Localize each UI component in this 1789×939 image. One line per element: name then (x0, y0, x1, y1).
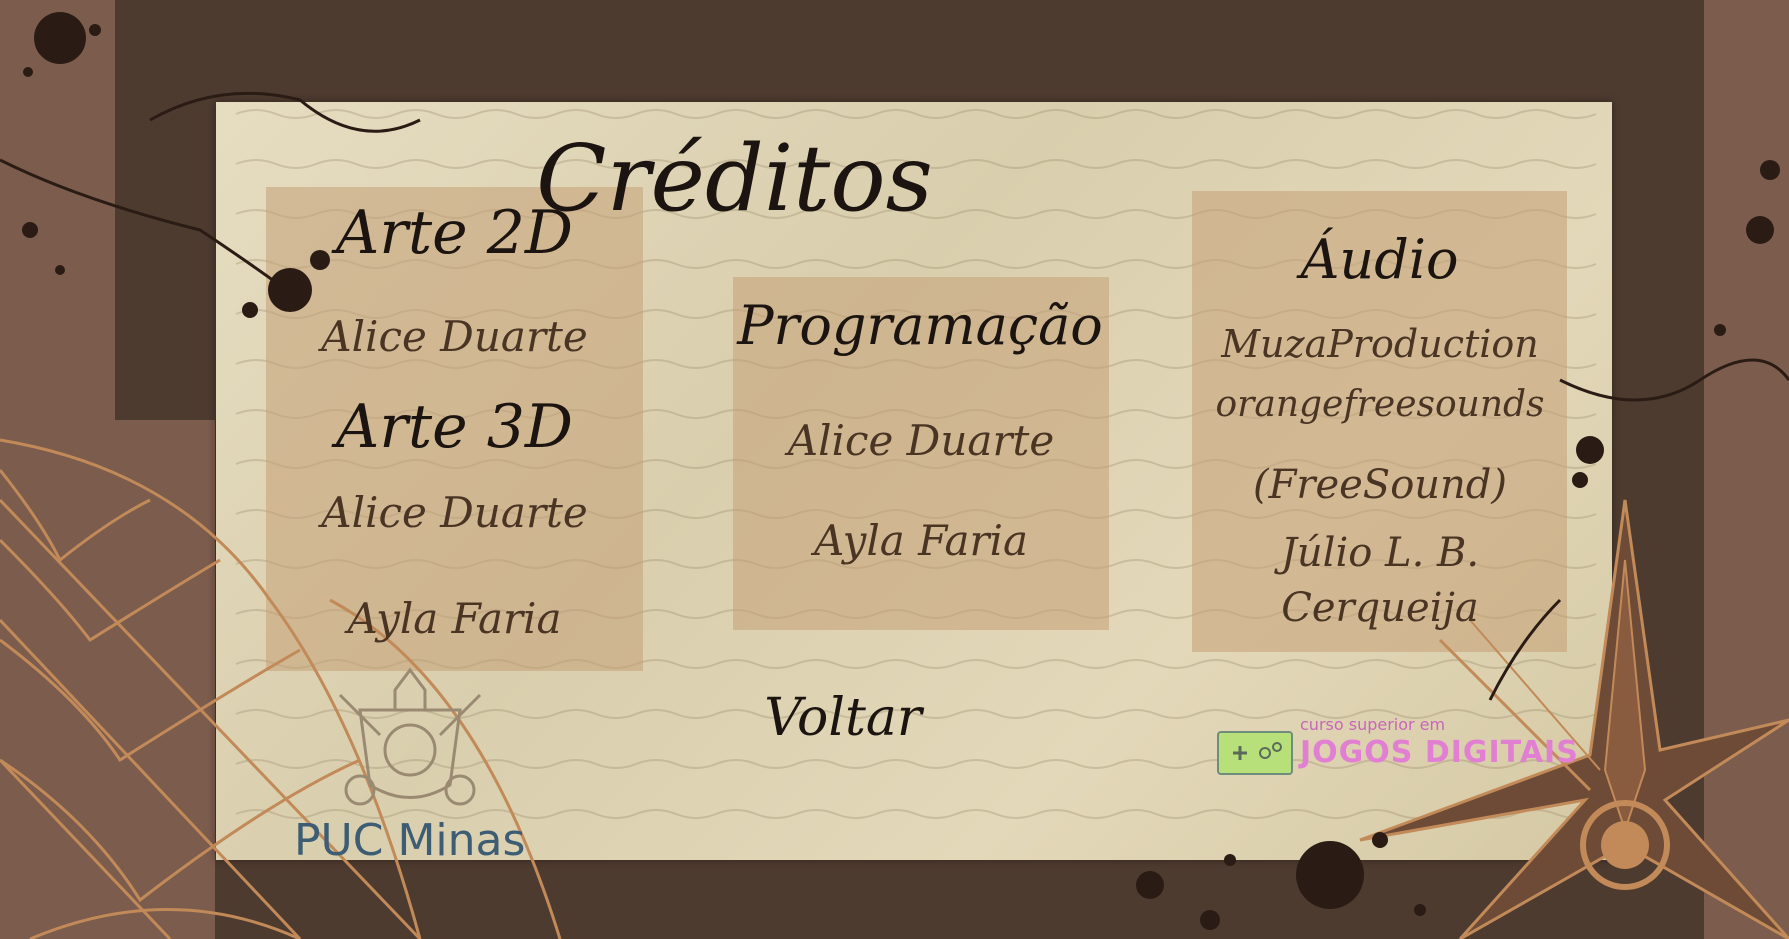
heading-programacao: Programação (737, 294, 1103, 357)
gamepad-icon (1217, 731, 1293, 775)
heading-audio: Áudio (1300, 228, 1459, 291)
heading-arte-2d: Arte 2D (336, 198, 573, 268)
puc-emblem-icon (338, 667, 482, 806)
course-subtitle: curso superior em (1300, 715, 1446, 734)
name-audio-1: MuzaProduction (1221, 322, 1539, 366)
name-arte3d-1: Alice Duarte (321, 488, 588, 537)
name-audio-2: orangefreesounds (1215, 384, 1545, 425)
name-audio-5: Cerqueija (1281, 585, 1479, 631)
course-title: JOGOS DIGITAIS (1300, 735, 1579, 770)
puc-logo-text: PUC Minas (294, 815, 526, 866)
name-arte2d-1: Alice Duarte (321, 312, 588, 361)
name-audio-4: Júlio L. B. (1280, 530, 1480, 576)
name-programacao-1: Alice Duarte (787, 416, 1055, 465)
heading-arte-3d: Arte 3D (336, 392, 573, 462)
frame-lower-left (0, 420, 215, 939)
name-audio-3: (FreeSound) (1252, 462, 1508, 508)
frame-right-strip (1704, 0, 1789, 939)
name-programacao-2: Ayla Faria (813, 516, 1029, 565)
name-arte3d-2: Ayla Faria (347, 594, 562, 643)
page-title: Créditos (536, 125, 933, 232)
back-button[interactable]: Voltar (738, 688, 948, 748)
